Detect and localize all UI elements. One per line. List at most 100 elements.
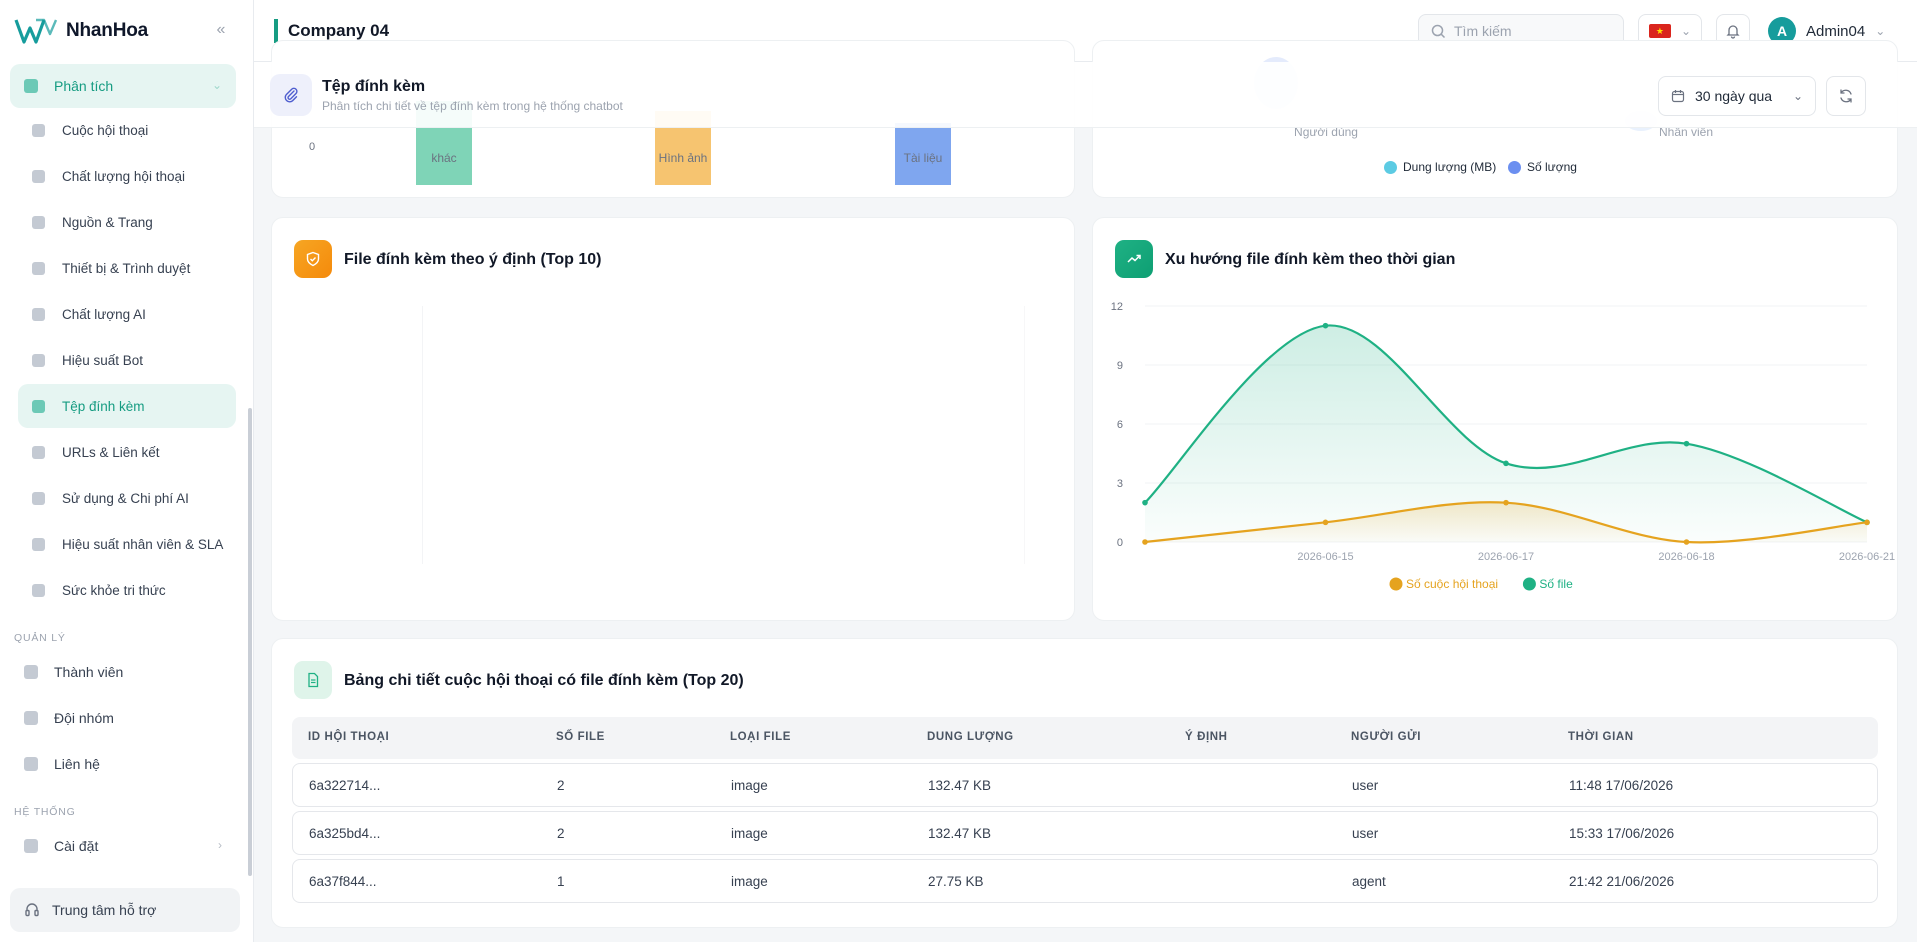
sidebar-item-conversations[interactable]: Cuộc hội thoại	[18, 108, 236, 152]
sidebar-item-label: URLs & Liên kết	[62, 444, 160, 460]
sidebar-item-ai-quality[interactable]: Chất lượng AI	[18, 292, 236, 336]
date-range-select[interactable]: 30 ngày qua ⌄	[1658, 76, 1816, 116]
legend-count[interactable]: Số lượng	[1508, 160, 1577, 174]
nav-group-analytics[interactable]: Phân tích ⌄	[10, 64, 236, 108]
bar-label-other: khác	[431, 151, 457, 165]
brand[interactable]: NhanHoa	[14, 14, 148, 48]
sidebar-item-label: Chất lượng hội thoại	[62, 168, 185, 184]
sidebar-scrollbar[interactable]	[248, 408, 252, 876]
data-point	[1503, 499, 1509, 506]
cell-files: 2	[557, 826, 565, 841]
cell-time: 11:48 17/06/2026	[1569, 778, 1674, 793]
legend-dot	[1389, 577, 1403, 591]
column-header[interactable]: SỐ FILE	[556, 731, 605, 743]
legend-dot	[1384, 160, 1397, 174]
legend-label: Số lượng	[1527, 160, 1577, 174]
cell-files: 2	[557, 778, 565, 793]
sidebar-item-label: Tệp đính kèm	[62, 398, 145, 414]
y-tick-label: 12	[1111, 301, 1123, 313]
trend-line-chart: 0 3 6 9 12 2026-06-15 2026-06-17 2026-06-18 2026…	[1111, 301, 1895, 591]
sidebar-item-sources[interactable]: Nguồn & Trang	[18, 200, 236, 244]
legend-dot	[1508, 160, 1521, 174]
legend-label: Số cuộc hội thoại	[1406, 577, 1498, 591]
attachments-table-card: Bảng chi tiết cuộc hội thoại có file đín…	[271, 638, 1898, 928]
cell-files: 1	[557, 874, 565, 889]
legend-label: Dung lượng (MB)	[1403, 160, 1497, 174]
intent-chart-card: File đính kèm theo ý định (Top 10)	[271, 217, 1075, 621]
sidebar-item-teams[interactable]: Đội nhóm	[10, 696, 236, 740]
cell-size: 132.47 KB	[928, 778, 992, 793]
table-header: ID HỘI THOẠI SỐ FILE LOẠI FILE DUNG LƯỢN…	[292, 717, 1878, 759]
phone-icon	[24, 757, 38, 771]
search-placeholder: Tìm kiếm	[1454, 23, 1512, 39]
cell-sender: user	[1352, 826, 1379, 841]
page-header: Tệp đính kèm Phân tích chi tiết về tệp đ…	[254, 62, 1917, 128]
y-tick-label: 9	[1117, 360, 1123, 372]
sidebar-item-label: Liên hệ	[54, 756, 100, 772]
sidebar-item-ai-usage[interactable]: Sử dụng & Chi phí AI	[18, 476, 236, 520]
calendar-icon	[1671, 90, 1685, 103]
sidebar-item-knowledge-health[interactable]: Sức khỏe tri thức	[18, 568, 236, 612]
chevron-up-icon: ⌄	[211, 78, 222, 92]
sidebar-item-label: Cài đặt	[54, 838, 99, 854]
table-row[interactable]: 6a325bd4... 2 image 132.47 KB user 15:33…	[292, 811, 1878, 855]
sidebar-item-urls[interactable]: URLs & Liên kết	[18, 430, 236, 474]
sidebar-item-settings[interactable]: Cài đặt ›	[10, 824, 236, 868]
data-point	[1683, 440, 1690, 447]
shield-icon	[294, 240, 332, 278]
page-subtitle: Phân tích chi tiết về tệp đính kèm trong…	[322, 99, 623, 113]
sidebar-item-label: Sức khỏe tri thức	[62, 582, 166, 598]
sidebar: NhanHoa « Phân tích ⌄ Cuộc hội thoại Chấ…	[0, 0, 254, 942]
sidebar-item-bot-performance[interactable]: Hiệu suất Bot	[18, 338, 236, 382]
brand-name: NhanHoa	[66, 20, 148, 41]
sidebar-item-label: Hiệu suất nhân viên & SLA	[62, 536, 224, 552]
support-center-button[interactable]: Trung tâm hỗ trợ	[10, 888, 240, 932]
sidebar-item-members[interactable]: Thành viên	[10, 650, 236, 694]
chevron-down-icon: ⌄	[1680, 24, 1692, 38]
monitor-icon	[32, 215, 45, 229]
bar-label-document: Tài liệu	[903, 151, 943, 165]
chart-icon	[24, 79, 38, 93]
column-header[interactable]: Ý ĐỊNH	[1185, 731, 1228, 743]
sidebar-item-contacts[interactable]: Liên hệ	[10, 742, 236, 786]
section-title-manage: QUẢN LÝ	[14, 632, 66, 644]
team-icon	[24, 711, 38, 725]
sidebar-item-devices[interactable]: Thiết bị & Trình duyệt	[18, 246, 236, 290]
sidebar-item-label: Nguồn & Trang	[62, 214, 153, 230]
sidebar-item-attachments[interactable]: Tệp đính kèm	[18, 384, 236, 428]
vietnam-flag-icon: ★	[1648, 24, 1671, 38]
attachments-table: ID HỘI THOẠI SỐ FILE LOẠI FILE DUNG LƯỢN…	[292, 717, 1878, 903]
column-header[interactable]: LOẠI FILE	[730, 731, 791, 743]
sidebar-nav: Phân tích ⌄ Cuộc hội thoại Chất lượng hộ…	[0, 60, 254, 872]
column-header[interactable]: THỜI GIAN	[1568, 731, 1634, 743]
intent-card-title: File đính kèm theo ý định (Top 10)	[344, 251, 602, 268]
legend-label: Số file	[1539, 577, 1573, 591]
column-header[interactable]: NGƯỜI GỬI	[1351, 731, 1421, 743]
cell-size: 27.75 KB	[928, 874, 984, 889]
sidebar-item-agent-sla[interactable]: Hiệu suất nhân viên & SLA	[18, 522, 236, 566]
table-row[interactable]: 6a322714... 2 image 132.47 KB user 11:48…	[292, 763, 1878, 807]
column-header[interactable]: DUNG LƯỢNG	[927, 731, 1014, 743]
cell-id: 6a325bd4...	[309, 826, 381, 841]
database-icon	[32, 491, 45, 505]
chevron-down-icon: ⌄	[1792, 89, 1803, 103]
page-title: Tệp đính kèm	[322, 78, 426, 95]
refresh-button[interactable]	[1826, 76, 1866, 116]
gear-icon	[24, 839, 38, 853]
legend-storage[interactable]: Dung lượng (MB)	[1384, 160, 1496, 174]
sidebar-item-conversation-quality[interactable]: Chất lượng hội thoại	[18, 154, 236, 198]
book-icon	[32, 583, 45, 597]
table-card-title: Bảng chi tiết cuộc hội thoại có file đín…	[344, 672, 744, 689]
table-row[interactable]: 6a37f844... 1 image 27.75 KB agent 21:42…	[292, 859, 1878, 903]
x-tick-label: 2026-06-18	[1658, 551, 1714, 563]
document-icon	[294, 661, 332, 699]
x-tick-label: 2026-06-21	[1839, 551, 1895, 563]
sidebar-item-label: Thành viên	[54, 664, 124, 680]
cell-size: 132.47 KB	[928, 826, 992, 841]
y-tick-label: 0	[1117, 537, 1123, 549]
column-header[interactable]: ID HỘI THOẠI	[308, 731, 389, 743]
sidebar-item-label: Thiết bị & Trình duyệt	[62, 260, 191, 276]
intent-chart-axis	[422, 306, 423, 564]
collapse-sidebar-icon[interactable]: «	[212, 20, 230, 40]
chat-icon	[32, 123, 45, 137]
